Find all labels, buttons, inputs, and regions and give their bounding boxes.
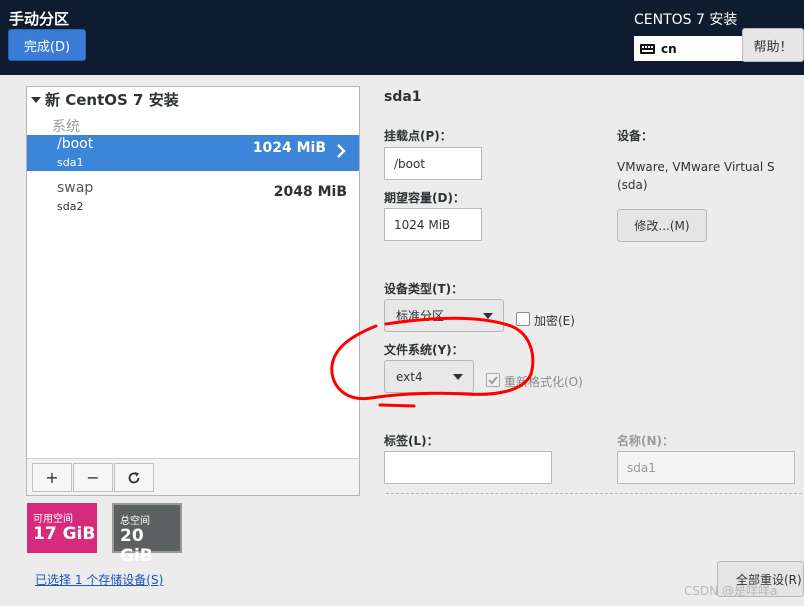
refresh-icon <box>128 471 140 483</box>
section-divider <box>386 493 802 494</box>
selected-storage-devices-link[interactable]: 已选择 1 个存储设备(S) <box>35 571 163 588</box>
device-name-line1: VMware, VMware Virtual S <box>617 160 775 174</box>
total-space-box: 总空间 20 GiB <box>112 503 182 566</box>
section-title-system: 系统 <box>52 119 80 135</box>
mount-point-field[interactable]: /boot <box>384 147 482 180</box>
page-title: 手动分区 <box>9 10 70 28</box>
desired-capacity-field[interactable]: 1024 MiB <box>384 208 482 241</box>
refresh-button[interactable] <box>114 463 154 492</box>
mount-point-label: 挂载点(P)： <box>384 129 452 143</box>
mount-point-device: sda2 <box>57 200 84 213</box>
installation-group-header[interactable]: 新 CentOS 7 安装 <box>31 89 179 110</box>
partition-toolbar: + − <box>27 458 359 495</box>
mount-point-device: sda1 <box>57 156 84 169</box>
help-button[interactable]: 帮助！ <box>742 28 804 62</box>
total-space-label: 总空间 <box>120 516 150 527</box>
tag-field[interactable] <box>384 451 552 484</box>
encrypt-label: 加密(E) <box>534 314 575 328</box>
plus-icon: + <box>45 468 59 487</box>
device-label: 设备： <box>617 129 654 143</box>
done-button[interactable]: 完成(D) <box>8 29 86 61</box>
remove-mount-point-button[interactable]: − <box>73 463 113 492</box>
available-space-value: 17 GiB <box>33 524 96 544</box>
red-annotation-circle <box>330 316 535 408</box>
partition-list-panel: 新 CentOS 7 安装 系统 /boot sda1 1024 MiB swa… <box>26 86 360 496</box>
name-label: 名称(N)： <box>617 434 675 448</box>
device-name: VMware, VMware Virtual S (sda) <box>617 158 775 194</box>
minus-icon: − <box>86 468 100 487</box>
product-title: CENTOS 7 安装 <box>634 12 738 28</box>
installation-group-title: 新 CentOS 7 安装 <box>45 91 179 109</box>
mount-point-name: swap <box>57 180 94 196</box>
top-bar: 手动分区 完成(D) CENTOS 7 安装 cn 帮助！ <box>0 0 804 75</box>
keyboard-layout-label: cn <box>661 41 677 56</box>
modify-device-button[interactable]: 修改...(M) <box>617 209 707 242</box>
collapse-triangle-icon <box>31 96 41 103</box>
desired-capacity-label: 期望容量(D)： <box>384 191 465 205</box>
add-mount-point-button[interactable]: + <box>32 463 72 492</box>
mount-point-row-boot[interactable]: /boot sda1 1024 MiB <box>27 135 359 171</box>
partition-details-title: sda1 <box>384 89 422 105</box>
mount-point-row-swap[interactable]: swap sda2 2048 MiB <box>27 179 359 215</box>
mount-point-size: 2048 MiB <box>273 184 347 200</box>
device-type-label: 设备类型(T)： <box>384 282 464 296</box>
available-space-label: 可用空间 <box>33 514 73 525</box>
mount-point-name: /boot <box>57 136 94 152</box>
keyboard-icon <box>640 43 655 54</box>
name-field: sda1 <box>617 451 795 484</box>
chevron-right-icon <box>337 144 346 158</box>
tag-label: 标签(L)： <box>384 434 439 448</box>
keyboard-layout-indicator[interactable]: cn <box>634 36 744 61</box>
watermark: CSDN @是咩咩a <box>684 584 778 598</box>
total-space-value: 20 GiB <box>120 526 153 566</box>
available-space-box: 可用空间 17 GiB <box>27 503 97 553</box>
mount-point-size: 1024 MiB <box>252 140 326 156</box>
device-name-line2: (sda) <box>617 178 648 192</box>
